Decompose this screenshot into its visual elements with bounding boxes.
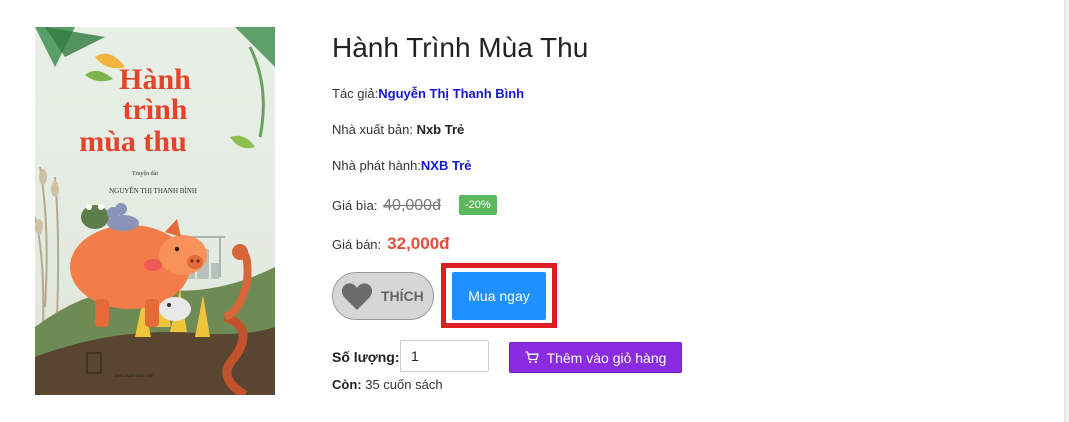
cover-title-line2: trình bbox=[122, 93, 187, 126]
author-link[interactable]: Nguyễn Thị Thanh Bình bbox=[378, 86, 524, 101]
cover-title-line1: Hành bbox=[119, 63, 191, 96]
product-title: Hành Trình Mùa Thu bbox=[332, 32, 589, 63]
cover-subtitle: Truyện dài bbox=[132, 171, 158, 177]
quantity-label: Số lượng: bbox=[332, 349, 400, 365]
cover-publisher-mark: NHÀ XUẤT BẢN TRẺ bbox=[115, 373, 154, 378]
cart-icon bbox=[525, 351, 539, 364]
stock-row: Còn: 35 cuốn sách bbox=[332, 377, 443, 392]
sale-price: 32,000đ bbox=[387, 234, 450, 253]
cover-price: 40,000đ bbox=[383, 197, 441, 214]
stock-value: 35 cuốn sách bbox=[361, 377, 443, 392]
sale-price-row: Giá bán: 32,000đ bbox=[332, 234, 450, 254]
publisher-row: Nhà xuất bản: Nxb Trẻ bbox=[332, 122, 464, 137]
author-label: Tác giả: bbox=[332, 86, 379, 101]
discount-badge: -20% bbox=[458, 195, 497, 215]
author-row: Tác giả:Nguyễn Thị Thanh Bình bbox=[332, 86, 524, 101]
sale-price-label: Giá bán: bbox=[332, 237, 382, 252]
distributor-row: Nhà phát hành:NXB Trẻ bbox=[332, 158, 471, 173]
publisher-value: Nxb Trẻ bbox=[416, 122, 465, 137]
cover-price-row: Giá bìa: 40,000đ -20% bbox=[332, 195, 497, 215]
cover-price-label: Giá bìa: bbox=[332, 198, 382, 213]
quantity-input[interactable] bbox=[400, 340, 489, 372]
add-to-cart-button[interactable]: Thêm vào giỏ hàng bbox=[509, 342, 682, 373]
cover-author: NGUYỄN THỊ THANH BÌNH bbox=[109, 187, 197, 195]
add-to-cart-label: Thêm vào giỏ hàng bbox=[546, 349, 667, 366]
distributor-label: Nhà phát hành: bbox=[332, 158, 421, 173]
publisher-label: Nhà xuất bản: bbox=[332, 122, 417, 137]
like-label: THÍCH bbox=[381, 288, 424, 304]
distributor-link[interactable]: NXB Trẻ bbox=[421, 158, 472, 173]
scrollbar[interactable] bbox=[1064, 0, 1069, 422]
cover-title-line3: mùa thu bbox=[79, 125, 187, 158]
like-button[interactable]: THÍCH bbox=[332, 272, 434, 320]
buy-now-button[interactable]: Mua ngay bbox=[452, 272, 546, 320]
heart-icon bbox=[341, 283, 373, 310]
book-cover-image: Hành trình mùa thu Truyện dài NGUYỄN THỊ… bbox=[35, 27, 275, 395]
stock-label: Còn: bbox=[332, 377, 362, 392]
